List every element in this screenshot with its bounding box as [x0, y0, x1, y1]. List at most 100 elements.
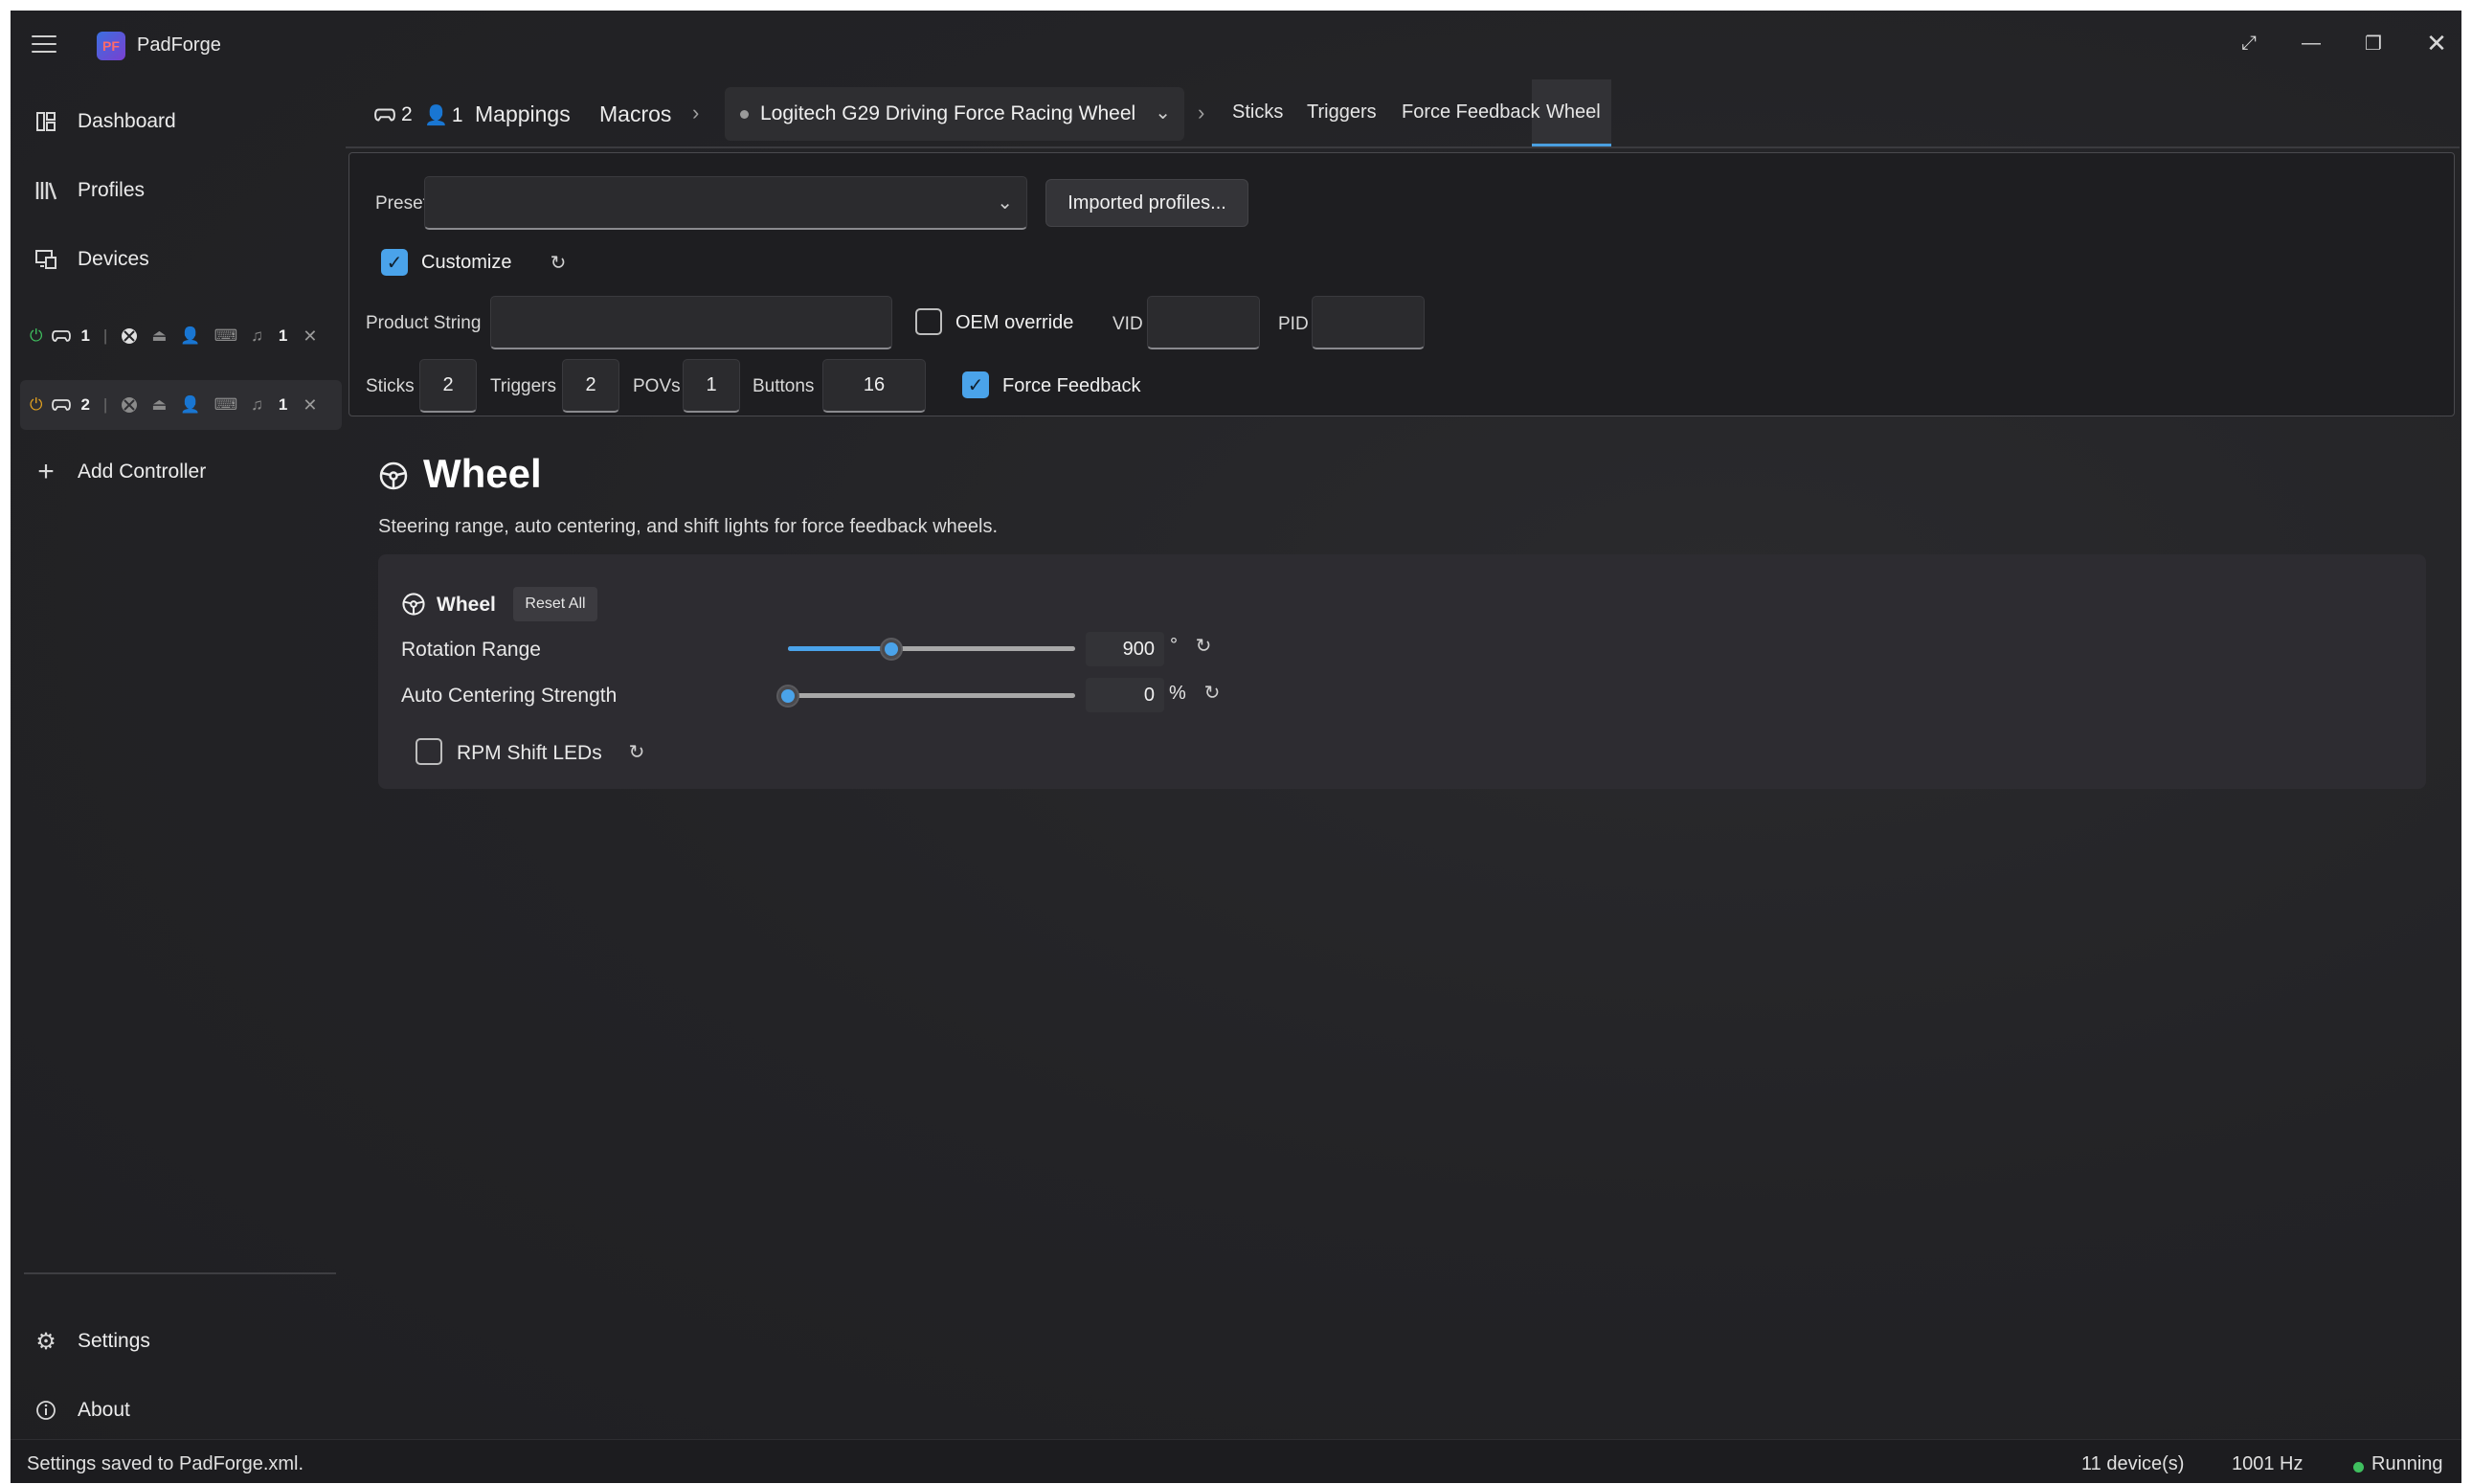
playstation-icon[interactable]: ⏏: [151, 326, 167, 346]
slider-fill: [788, 646, 891, 651]
chevron-down-icon: ⌄: [997, 192, 1013, 214]
oem-override-label: OEM override: [955, 312, 1074, 333]
tab-triggers[interactable]: Triggers: [1307, 101, 1377, 124]
power-icon: ⏻: [30, 326, 43, 345]
auto-centering-slider[interactable]: [776, 685, 1075, 708]
reset-customize-icon[interactable]: ↻: [546, 250, 571, 275]
info-icon: [34, 1398, 58, 1423]
title-bar: PF PadForge ⤢ — ❐ ✕: [11, 11, 2461, 79]
auto-centering-label: Auto Centering Strength: [401, 685, 618, 707]
pid-label: PID: [1278, 314, 1309, 334]
add-controller-button[interactable]: + Add Controller: [22, 445, 338, 499]
midi-icon[interactable]: ♫: [251, 326, 263, 346]
restore-icon[interactable]: ❐: [2348, 24, 2398, 62]
buttons-label: Buttons: [753, 376, 815, 396]
remove-slot-icon[interactable]: ✕: [303, 326, 317, 347]
controller-slot-2[interactable]: ⏻ 2 | ⏏ 👤 ⌨ ♫ 1 ✕: [20, 380, 342, 430]
xbox-icon[interactable]: [121, 327, 138, 345]
page-subtitle: Steering range, auto centering, and shif…: [378, 516, 999, 537]
preset-label: Preset: [375, 193, 428, 214]
close-icon[interactable]: ✕: [2412, 24, 2461, 62]
rotation-range-slider[interactable]: [788, 638, 1075, 661]
tab-force-feedback[interactable]: Force Feedback: [1402, 101, 1540, 124]
device-count: 11 device(s): [2081, 1453, 2185, 1474]
force-feedback-checkbox[interactable]: ✓: [962, 371, 989, 398]
sticks-input[interactable]: 2: [419, 359, 477, 413]
sidebar-item-label: Profiles: [78, 179, 146, 201]
users-count: 👤 1: [424, 103, 463, 127]
oem-override-checkbox[interactable]: [915, 308, 942, 335]
slider-thumb[interactable]: [776, 685, 799, 708]
gamepad-icon: [374, 108, 395, 122]
dashboard-icon: [34, 109, 58, 134]
expand-icon[interactable]: ⤢: [2224, 24, 2274, 62]
customize-checkbox[interactable]: ✓: [381, 249, 408, 276]
user-icon[interactable]: 👤: [180, 395, 200, 415]
xbox-icon[interactable]: [121, 396, 138, 414]
povs-input[interactable]: 1: [683, 359, 740, 413]
imported-profiles-button[interactable]: Imported profiles...: [1045, 179, 1248, 227]
sidebar-item-label: Devices: [78, 248, 149, 270]
top-nav-bar: 2 👤 1 Mappings Macros › Logitech G29 Dri…: [346, 79, 2452, 146]
slider-thumb[interactable]: [880, 638, 903, 661]
sidebar-item-profiles[interactable]: Profiles: [22, 164, 338, 217]
sidebar-item-label: Dashboard: [78, 110, 176, 132]
tab-sticks[interactable]: Sticks: [1232, 101, 1283, 124]
buttons-input[interactable]: 16: [822, 359, 926, 413]
gamepad-icon: [52, 329, 72, 343]
sidebar: Dashboard Profiles Devices ⏻ 1 | ⏏ 👤 ⌨ ♫…: [11, 79, 346, 1439]
gamepad-icon: [52, 398, 72, 412]
polling-rate: 1001 Hz: [2232, 1453, 2303, 1474]
reset-auto-centering-icon[interactable]: ↻: [1200, 680, 1225, 705]
product-string-input[interactable]: [490, 296, 892, 349]
device-name: Logitech G29 Driving Force Racing Wheel: [760, 102, 1136, 124]
reset-all-button[interactable]: Reset All: [513, 587, 597, 621]
sidebar-item-label: About: [78, 1399, 130, 1421]
auto-centering-value[interactable]: 0: [1086, 678, 1164, 712]
slot-divider: |: [102, 326, 108, 345]
add-controller-label: Add Controller: [78, 461, 207, 483]
reset-rpm-leds-icon[interactable]: ↻: [624, 739, 649, 764]
vid-input[interactable]: [1147, 296, 1260, 349]
user-icon: 👤: [424, 105, 448, 126]
rpm-shift-leds-label: RPM Shift LEDs: [457, 742, 602, 764]
controller-slot-1[interactable]: ⏻ 1 | ⏏ 👤 ⌨ ♫ 1 ✕: [20, 311, 342, 361]
rotation-range-value[interactable]: 900: [1086, 632, 1164, 666]
controllers-count: 2: [374, 103, 413, 126]
steering-wheel-icon: [378, 461, 409, 496]
mappings-link[interactable]: Mappings: [475, 101, 571, 127]
preset-dropdown[interactable]: ⌄: [424, 176, 1027, 230]
app-title: PadForge: [137, 34, 221, 56]
macros-link[interactable]: Macros: [599, 101, 671, 127]
card-title: Wheel: [437, 594, 496, 616]
app-window: PF PadForge ⤢ — ❐ ✕ Dashboard Profiles D…: [11, 11, 2461, 1483]
pid-input[interactable]: [1312, 296, 1425, 349]
rotation-range-label: Rotation Range: [401, 639, 541, 661]
page-title: Wheel: [423, 451, 542, 496]
force-feedback-label: Force Feedback: [1002, 375, 1141, 396]
device-selector[interactable]: Logitech G29 Driving Force Racing Wheel …: [725, 87, 1184, 141]
keyboard-icon[interactable]: ⌨: [214, 395, 238, 415]
device-status-dot: [740, 109, 749, 119]
product-string-label: Product String: [366, 313, 482, 333]
rpm-shift-leds-checkbox[interactable]: [416, 738, 442, 765]
midi-icon[interactable]: ♫: [251, 395, 263, 415]
remove-slot-icon[interactable]: ✕: [303, 395, 317, 416]
keyboard-icon[interactable]: ⌨: [214, 326, 238, 346]
sticks-label: Sticks: [366, 376, 415, 396]
hamburger-menu-icon[interactable]: [32, 35, 56, 55]
playstation-icon[interactable]: ⏏: [151, 395, 167, 415]
user-icon[interactable]: 👤: [180, 326, 200, 346]
sidebar-item-devices[interactable]: Devices: [22, 233, 338, 286]
sidebar-item-dashboard[interactable]: Dashboard: [22, 95, 338, 148]
slot-count: 1: [278, 395, 288, 414]
reset-rotation-icon[interactable]: ↻: [1191, 633, 1216, 658]
minimize-icon[interactable]: —: [2286, 24, 2336, 62]
tab-wheel[interactable]: Wheel: [1546, 101, 1601, 124]
customize-label: Customize: [421, 252, 512, 273]
profile-config-panel: Preset ⌄ Imported profiles... ✓ Customiz…: [348, 152, 2455, 416]
sidebar-item-label: Settings: [78, 1330, 150, 1352]
sidebar-item-settings[interactable]: ⚙ Settings: [22, 1315, 338, 1368]
sidebar-item-about[interactable]: About: [22, 1383, 338, 1437]
triggers-input[interactable]: 2: [562, 359, 619, 413]
